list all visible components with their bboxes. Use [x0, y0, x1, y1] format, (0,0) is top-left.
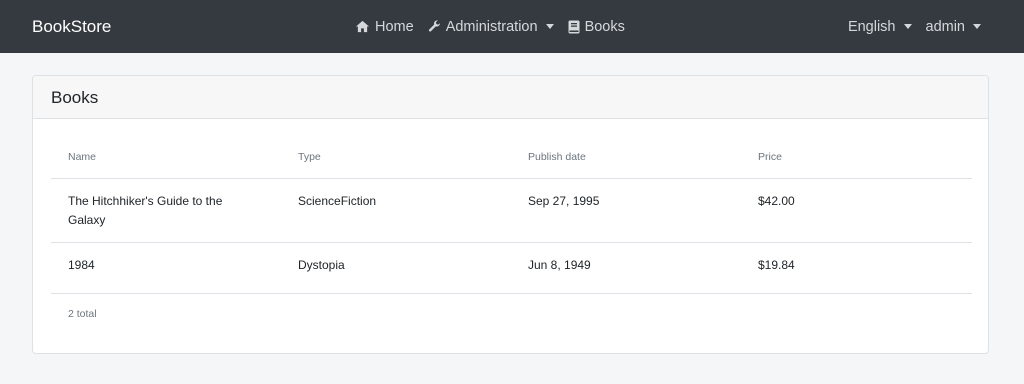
book-name: The Hitchhiker's Guide to the Galaxy	[68, 193, 223, 228]
column-header-name[interactable]: Name	[51, 136, 281, 179]
chevron-down-icon	[545, 24, 554, 29]
books-table-wrapper: Name Type Publish date Price The Hitchhi…	[51, 136, 972, 294]
table-row[interactable]: 1984 Dystopia Jun 8, 1949 $19.84	[51, 242, 972, 294]
books-table: Name Type Publish date Price The Hitchhi…	[51, 136, 972, 294]
book-type: ScienceFiction	[281, 178, 511, 243]
table-header-row: Name Type Publish date Price	[51, 136, 972, 179]
table-row[interactable]: The Hitchhiker's Guide to the Galaxy Sci…	[51, 178, 972, 243]
user-label: admin	[925, 18, 966, 35]
top-navbar: BookStore Home Administration Books Engl…	[0, 0, 1024, 53]
page-title: Books	[33, 76, 988, 119]
nav-books-label: Books	[584, 18, 625, 35]
main-nav: Home Administration Books	[355, 0, 639, 53]
book-price: $19.84	[741, 242, 972, 294]
table-total-count: 2 total	[68, 308, 97, 320]
nav-administration-label: Administration	[445, 18, 538, 35]
language-label: English	[847, 18, 896, 35]
chevron-down-icon	[973, 24, 981, 29]
book-icon	[568, 20, 580, 33]
language-dropdown[interactable]: English	[848, 19, 912, 35]
cell-name: The Hitchhiker's Guide to the Galaxy	[51, 178, 281, 243]
column-header-publish-date[interactable]: Publish date	[511, 136, 741, 179]
home-icon	[356, 20, 369, 33]
book-publish-date: Sep 27, 1995	[511, 178, 741, 243]
chevron-down-icon	[903, 24, 912, 29]
user-dropdown[interactable]: admin	[925, 18, 981, 35]
column-header-price[interactable]: Price	[741, 136, 972, 179]
nav-administration-dropdown[interactable]: Administration	[428, 19, 554, 35]
nav-books-link[interactable]: Books	[568, 19, 625, 35]
wrench-icon	[428, 20, 440, 32]
nav-home-label: Home	[375, 18, 414, 35]
brand-link[interactable]: BookStore	[32, 0, 111, 53]
book-price: $42.00	[741, 178, 972, 243]
book-type: Dystopia	[281, 242, 511, 294]
book-publish-date: Jun 8, 1949	[511, 242, 741, 294]
books-card: Books Name Type Publish date Price The H…	[32, 75, 989, 354]
nav-home-link[interactable]: Home	[355, 19, 414, 35]
user-nav: English admin	[834, 0, 981, 53]
book-name: 1984	[51, 242, 281, 294]
column-header-type[interactable]: Type	[281, 136, 511, 179]
